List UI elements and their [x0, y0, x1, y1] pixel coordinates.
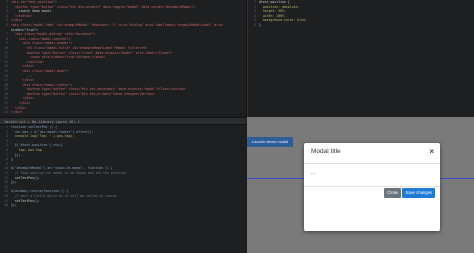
modal-body-text: ... [311, 170, 316, 176]
code-text[interactable]: </div> [11, 106, 27, 110]
code-text[interactable]: width: 100%; [259, 14, 286, 18]
close-icon[interactable]: × [429, 147, 434, 157]
js-editor[interactable]: 1 function setTestPos () {2 var pos = $('… [0, 125, 246, 253]
code-text[interactable]: }); [11, 180, 17, 184]
code-text[interactable]: }); [11, 153, 21, 157]
code-text[interactable]: </div> [11, 64, 35, 68]
code-text[interactable]: Launch demo modal [11, 9, 52, 13]
code-text[interactable]: }); [11, 203, 17, 207]
code-text[interactable]: <div class="modal-header"> [11, 41, 73, 45]
code-text[interactable]: position: absolute; [259, 5, 299, 9]
save-changes-button[interactable]: Save changes [402, 188, 435, 198]
code-text[interactable]: <div id="test-position"> [11, 0, 57, 4]
code-text[interactable]: setTestPos(); [11, 176, 40, 180]
modal-header: Modal title × [304, 143, 440, 164]
code-text[interactable]: } [11, 157, 13, 161]
code-line[interactable]: 6} [248, 23, 474, 28]
line-number: 6 [254, 22, 256, 27]
modal-body: ... [304, 164, 440, 187]
code-text[interactable]: <button type="button" class="btn btn-sec… [11, 87, 185, 91]
code-text[interactable]: <div class="modal-dialog" role="document… [11, 32, 96, 36]
code-text[interactable]: <button type="button" class="btn btn-pri… [11, 92, 155, 96]
modal-dialog: Modal title × ... Close Save changes [304, 143, 440, 231]
code-text[interactable]: </button> [11, 60, 43, 64]
code-text[interactable]: <div class="modal-footer"> [11, 83, 73, 87]
code-text[interactable]: } [259, 23, 261, 27]
code-text[interactable]: var pos = $('div.modal-footer').offset()… [11, 130, 94, 134]
code-text[interactable]: <button type="button" class="close" data… [11, 51, 172, 55]
code-text[interactable]: #test-position { [259, 0, 290, 4]
line-number: 18 [4, 203, 8, 208]
line-number: 6 [6, 22, 8, 27]
code-text[interactable]: setTestPos(); [11, 199, 40, 203]
code-text[interactable]: // wait a little while as it will be cal… [11, 194, 117, 198]
html-editor[interactable]: 1 <div id="test-position"> 2 <button type=… [0, 0, 247, 117]
code-text[interactable]: hidden="true"> [11, 28, 38, 32]
code-text[interactable]: </div> [11, 101, 31, 105]
line-number: 24 [4, 110, 8, 115]
code-text[interactable]: <h5 class="modal-title" id="exampleModal… [11, 46, 147, 50]
code-text[interactable]: $('#exampleModal').on('shown.bs.modal', … [11, 166, 113, 170]
code-line[interactable]: 24 </div> [0, 110, 246, 115]
code-text[interactable]: $(window).resize(function () { [11, 189, 69, 193]
modal-footer: Close Save changes [304, 187, 440, 207]
code-text[interactable]: <span aria-hidden="true">&times;</span> [11, 55, 105, 59]
code-text[interactable]: height: 50%; [259, 9, 286, 13]
js-panel-header[interactable]: JavaScript + No-Library (pure JS) ▾ [0, 117, 246, 125]
code-line[interactable]: 18}); [0, 203, 246, 208]
code-text[interactable]: console.log('Top: ' + pos.top); [11, 134, 75, 138]
code-text[interactable]: </button> [11, 14, 32, 18]
code-text[interactable]: </div> [11, 18, 23, 22]
code-text[interactable]: // Stop waiting for modal to be shown an… [11, 171, 126, 175]
close-button[interactable]: Close [384, 188, 401, 198]
code-text[interactable]: $('#test-position').css({ [11, 143, 63, 147]
modal-title: Modal title [311, 148, 341, 155]
code-text[interactable]: <button type="button" class="btn btn-pri… [11, 5, 195, 9]
code-text[interactable]: <div class="modal-content"> [11, 37, 71, 41]
code-text[interactable]: </div> [11, 78, 35, 82]
code-text[interactable]: top: pos.top [11, 148, 42, 152]
result-pane: Launch demo modal Modal title × ... Clos… [247, 117, 474, 253]
css-editor[interactable]: 1 #test-position {2 position: absolute; 3 … [247, 0, 474, 117]
code-text[interactable]: <div class="modal fade" id="exampleModal… [11, 23, 224, 27]
launch-demo-modal-button[interactable]: Launch demo modal [247, 137, 294, 147]
code-text[interactable]: background-color: blue; [259, 18, 307, 22]
code-text[interactable]: </div> [11, 96, 35, 100]
code-text[interactable]: <div class="modal-body"> [11, 69, 69, 73]
code-text[interactable]: </div> [11, 110, 23, 114]
code-text[interactable]: ... [11, 74, 32, 78]
code-text[interactable]: function setTestPos () { [11, 125, 57, 129]
